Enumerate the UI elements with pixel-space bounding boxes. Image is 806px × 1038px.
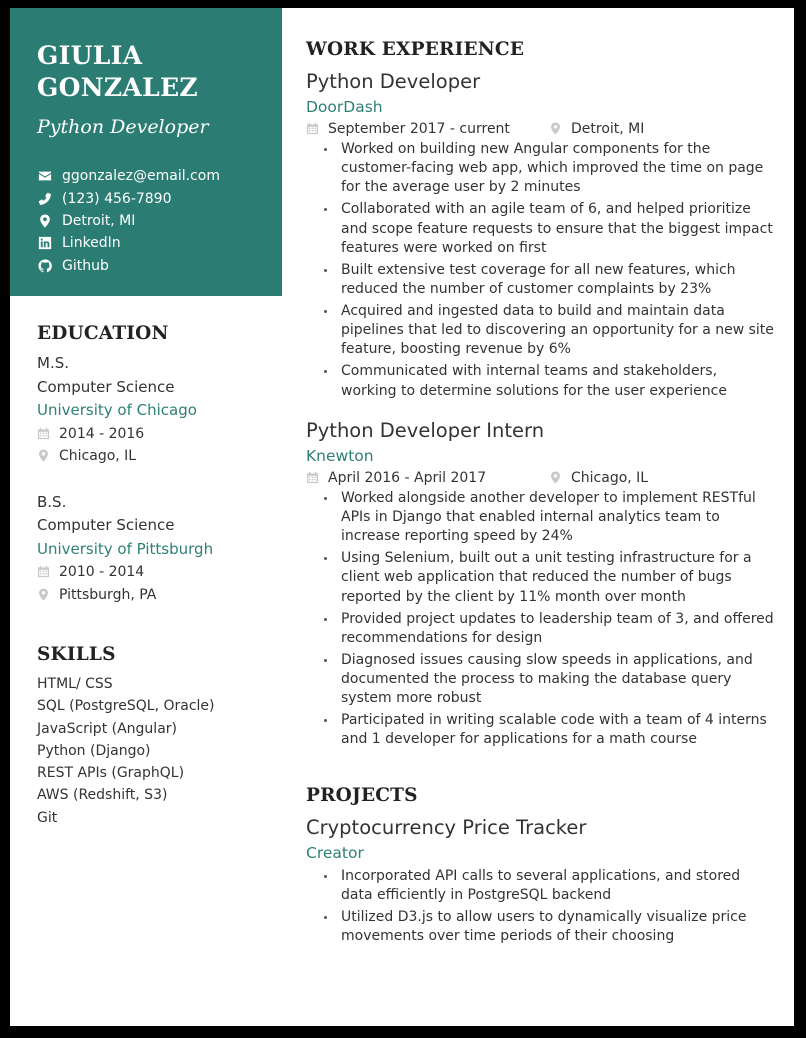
contact-linkedin[interactable]: LinkedIn (37, 232, 220, 254)
job-bullets: Worked on building new Angular component… (306, 140, 776, 401)
project-role: Creator (306, 843, 364, 862)
bullet-item: Worked on building new Angular component… (322, 140, 776, 198)
degree: B.S. (37, 492, 67, 511)
skills-heading: SKILLS (37, 644, 116, 665)
bullet-item: Diagnosed issues causing slow speeds in … (322, 651, 776, 709)
skill-item: AWS (Redshift, S3) (37, 787, 168, 804)
calendar-icon (37, 565, 51, 579)
contact-location-text: Detroit, MI (62, 212, 136, 229)
education-location-text: Pittsburgh, PA (59, 586, 157, 603)
field-of-study: Computer Science (37, 516, 175, 534)
bullet-item: Collaborated with an agile team of 6, an… (322, 200, 776, 258)
contact-list: ggonzalez@email.com (123) 456-7890 Detro… (37, 165, 220, 277)
contact-location: Detroit, MI (37, 210, 220, 232)
skills-section: SKILLS HTML/ CSS SQL (PostgreSQL, Oracle… (37, 641, 272, 829)
skill-item: JavaScript (Angular) (37, 720, 177, 737)
job-dates: April 2016 - April 2017 (306, 467, 549, 489)
github-icon (37, 258, 53, 274)
contact-email-text: ggonzalez@email.com (62, 168, 220, 185)
map-pin-icon (37, 449, 51, 463)
bullet-item: Participated in writing scalable code wi… (322, 711, 776, 749)
job-title: Python Developer (306, 70, 481, 93)
skill-item: HTML/ CSS (37, 676, 113, 692)
project-bullets: Incorporated API calls to several applic… (306, 867, 776, 947)
contact-github-text: Github (62, 257, 109, 274)
candidate-name: GIULIA GONZALEZ (37, 40, 198, 104)
left-column: EDUCATION M.S. Computer Science Universi… (37, 320, 272, 829)
field-of-study: Computer Science (37, 377, 175, 396)
education-entry: M.S. Computer Science University of Chic… (37, 352, 272, 468)
education-heading: EDUCATION (37, 323, 169, 344)
calendar-icon (306, 122, 320, 136)
education-location: Pittsburgh, PA (37, 584, 272, 607)
education-location: Chicago, IL (37, 445, 272, 468)
name-last: GONZALEZ (37, 73, 198, 102)
bullet-item: Worked alongside another developer to im… (322, 489, 776, 547)
map-pin-icon (37, 588, 51, 602)
skill-item: Python (Django) (37, 742, 151, 759)
school-name: University of Chicago (37, 401, 197, 419)
calendar-icon (37, 427, 51, 441)
bullet-item: Provided project updates to leadership t… (322, 610, 776, 648)
linkedin-icon (37, 235, 53, 251)
education-entry: B.S. Computer Science University of Pitt… (37, 491, 272, 607)
bullet-item: Incorporated API calls to several applic… (322, 867, 776, 905)
project-title: Cryptocurrency Price Tracker (306, 815, 587, 839)
contact-phone[interactable]: (123) 456-7890 (37, 187, 220, 209)
bullet-item: Acquired and ingested data to build and … (322, 302, 776, 360)
job-entry: Python Developer Intern Knewton April 20… (306, 417, 776, 750)
degree: M.S. (37, 354, 69, 372)
company-name: Knewton (306, 446, 374, 465)
job-location-text: Chicago, IL (571, 469, 649, 486)
job-entry: Python Developer DoorDash September 2017… (306, 68, 776, 401)
job-location: Chicago, IL (549, 467, 648, 489)
skill-item: Git (37, 809, 58, 826)
job-dates: September 2017 - current (306, 118, 549, 140)
sidebar-header: GIULIA GONZALEZ Python Developer ggonzal… (10, 8, 282, 296)
candidate-role: Python Developer (37, 116, 209, 138)
resume-page: GIULIA GONZALEZ Python Developer ggonzal… (10, 8, 794, 1026)
calendar-icon (306, 471, 320, 485)
job-dates-text: September 2017 - current (328, 121, 510, 137)
education-dates-text: 2014 - 2016 (59, 425, 145, 442)
envelope-icon (37, 168, 53, 184)
skill-item: SQL (PostgreSQL, Oracle) (37, 698, 215, 715)
map-pin-icon (549, 122, 563, 136)
job-meta: September 2017 - current Detroit, MI (306, 118, 776, 140)
education-dates-text: 2010 - 2014 (59, 564, 145, 580)
job-location-text: Detroit, MI (571, 121, 645, 137)
bullet-item: Built extensive test coverage for all ne… (322, 261, 776, 299)
main-column: WORK EXPERIENCE Python Developer DoorDas… (306, 36, 776, 949)
phone-icon (37, 191, 53, 207)
job-bullets: Worked alongside another developer to im… (306, 489, 776, 750)
job-title: Python Developer Intern (306, 418, 545, 442)
skills-list: HTML/ CSS SQL (PostgreSQL, Oracle) JavaS… (37, 673, 272, 829)
skill-item: REST APIs (GraphQL) (37, 765, 185, 782)
education-location-text: Chicago, IL (59, 448, 137, 464)
job-location: Detroit, MI (549, 118, 644, 140)
education-dates: 2014 - 2016 (37, 423, 272, 446)
name-first: GIULIA (37, 41, 143, 70)
contact-linkedin-text: LinkedIn (62, 235, 121, 252)
projects-heading: PROJECTS (306, 784, 418, 806)
map-pin-icon (549, 471, 563, 485)
company-name: DoorDash (306, 98, 383, 116)
education-dates: 2010 - 2014 (37, 561, 272, 584)
bullet-item: Using Selenium, built out a unit testing… (322, 549, 776, 607)
job-meta: April 2016 - April 2017 Chicago, IL (306, 467, 776, 489)
work-experience-heading: WORK EXPERIENCE (306, 39, 525, 60)
projects-section: PROJECTS Cryptocurrency Price Tracker Cr… (306, 782, 776, 947)
map-pin-icon (37, 213, 53, 229)
contact-phone-text: (123) 456-7890 (62, 190, 172, 207)
bullet-item: Utilized D3.js to allow users to dynamic… (322, 908, 776, 946)
contact-github[interactable]: Github (37, 255, 220, 277)
bullet-item: Communicated with internal teams and sta… (322, 362, 776, 400)
job-dates-text: April 2016 - April 2017 (328, 469, 487, 486)
contact-email[interactable]: ggonzalez@email.com (37, 165, 220, 187)
school-name: University of Pittsburgh (37, 539, 214, 558)
